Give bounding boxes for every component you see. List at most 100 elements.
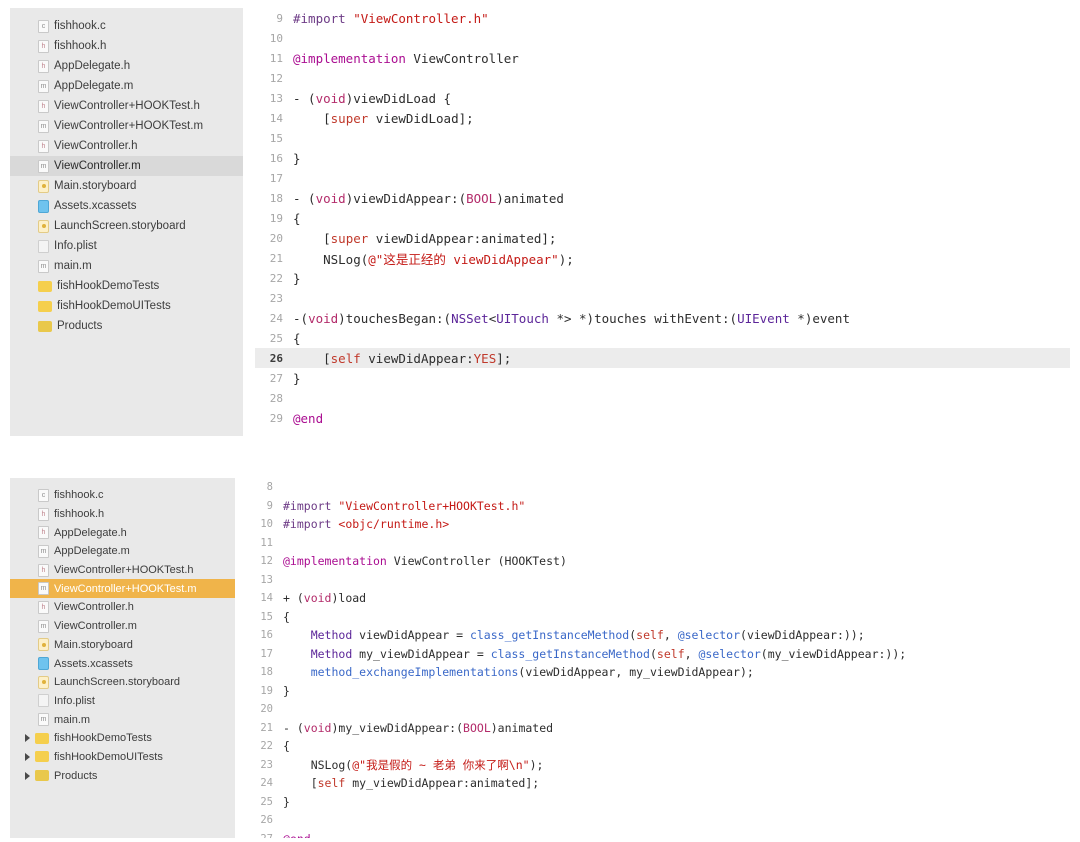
code-line[interactable]: 27@end (249, 830, 1070, 838)
code-line[interactable]: 24 [self my_viewDidAppear:animated]; (249, 774, 1070, 793)
code-line[interactable]: 25 { (255, 328, 1070, 348)
code-line[interactable]: 28 (255, 388, 1070, 408)
code-editor-top[interactable]: 9 #import "ViewController.h" 10 11 @implemen… (255, 8, 1070, 436)
line-number: 26 (260, 814, 273, 827)
code-line[interactable]: 27} (255, 368, 1070, 388)
code-line[interactable]: 16} (255, 148, 1070, 168)
file-list-item[interactable]: m AppDelegate.m (10, 542, 235, 561)
code-token: )animated (490, 720, 554, 735)
file-list-item[interactable]: m ViewController+HOOKTest.m (10, 116, 243, 136)
code-text: -(void)touchesBegan:(NSSet<UITouch *> *)… (293, 311, 850, 326)
code-line[interactable]: 8 (249, 478, 1070, 497)
file-list-item[interactable]: m main.m (10, 710, 235, 729)
disclosure-triangle-icon[interactable] (24, 771, 34, 781)
file-name-label: main.m (54, 260, 92, 272)
code-editor-bottom[interactable]: 8 9 #import "ViewController+HOOKTest.h" 10 #… (249, 478, 1070, 838)
code-line[interactable]: 9 #import "ViewController+HOOKTest.h" (249, 497, 1070, 516)
code-line[interactable]: 16 Method viewDidAppear = class_getInsta… (249, 626, 1070, 645)
code-line[interactable]: 18 - (void)viewDidAppear:(BOOL)animated (255, 188, 1070, 208)
code-line[interactable]: 25} (249, 793, 1070, 812)
code-line[interactable]: 13 - (void)viewDidLoad { (255, 88, 1070, 108)
project-navigator-top[interactable]: c fishhook.c h fishhook.h h AppDelegate.h m App… (10, 8, 243, 436)
file-list-item[interactable]: m AppDelegate.m (10, 76, 243, 96)
line-number: 10 (269, 31, 283, 45)
doc-h-icon: h (38, 99, 49, 113)
file-list-item[interactable]: fishHookDemoTests (10, 729, 235, 748)
code-line[interactable]: 20 (249, 700, 1070, 719)
code-line[interactable]: 21 - (void)my_viewDidAppear:(BOOL)animate… (249, 719, 1070, 738)
file-list-item[interactable]: Products (10, 766, 235, 785)
line-number: 27 (249, 833, 283, 838)
code-line[interactable]: 26 [self viewDidAppear:YES]; (255, 348, 1070, 368)
code-token: void (303, 720, 332, 735)
code-line[interactable]: 22 { (249, 737, 1070, 756)
code-line[interactable]: 10 (255, 28, 1070, 48)
code-token: class_getInstanceMethod (469, 628, 630, 643)
code-line[interactable]: 19} (249, 682, 1070, 701)
doc-m-icon: m (38, 713, 49, 727)
code-line[interactable]: 9 #import "ViewController.h" (255, 8, 1070, 28)
code-line[interactable]: 10 #import <objc/runtime.h> (249, 515, 1070, 534)
file-list-item[interactable]: h ViewController+HOOKTest.h (10, 561, 235, 580)
code-line[interactable]: 11 (249, 534, 1070, 553)
file-list-item[interactable]: Info.plist (10, 692, 235, 711)
code-text: } (293, 271, 301, 286)
code-line[interactable]: 29 @end (255, 408, 1070, 428)
file-list-item[interactable]: h ViewController.h (10, 598, 235, 617)
file-list-item[interactable]: Products (10, 316, 243, 336)
code-line[interactable]: 17 (255, 168, 1070, 188)
code-text: - (void)viewDidAppear:(BOOL)animated (293, 191, 564, 206)
file-list-item[interactable]: LaunchScreen.storyboard (10, 673, 235, 692)
code-line[interactable]: 18 method_exchangeImplementations(viewDi… (249, 663, 1070, 682)
file-list-item[interactable]: h ViewController.h (10, 136, 243, 156)
code-line[interactable]: 15 (255, 128, 1070, 148)
file-list-item[interactable]: h fishhook.h (10, 36, 243, 56)
file-list-item[interactable]: c fishhook.c (10, 16, 243, 36)
code-line[interactable]: 11 @implementation ViewController (255, 48, 1070, 68)
code-line[interactable]: 13 (249, 571, 1070, 590)
code-token: @"我是假的 ~ 老弟 你来了啊\n" (352, 757, 530, 772)
file-list-item[interactable]: Info.plist (10, 236, 243, 256)
file-name-label: ViewController+HOOKTest.m (54, 120, 204, 132)
file-list-item[interactable]: m ViewController.m (10, 617, 235, 636)
line-number: 13 (269, 91, 283, 105)
code-line[interactable]: 22} (255, 268, 1070, 288)
code-line[interactable]: 14 + (void)load (249, 589, 1070, 608)
project-navigator-bottom[interactable]: c fishhook.c h fishhook.h h AppDelegate.h m App… (10, 478, 235, 838)
code-line[interactable]: 14 [super viewDidLoad]; (255, 108, 1070, 128)
file-list-item[interactable]: h ViewController+HOOKTest.h (10, 96, 243, 116)
file-list-item[interactable]: h fishhook.h (10, 505, 235, 524)
file-name-label: ViewController.m (54, 160, 141, 172)
code-line[interactable]: 21 NSLog(@"这是正经的 viewDidAppear"); (255, 248, 1070, 268)
code-line[interactable]: 12 @implementation ViewController (HOOKTe… (249, 552, 1070, 571)
code-line[interactable]: 26 (249, 811, 1070, 830)
disclosure-triangle-icon[interactable] (24, 752, 34, 762)
file-list-item[interactable]: Assets.xcassets (10, 196, 243, 216)
disclosure-triangle-icon[interactable] (24, 733, 34, 743)
code-text: #import <objc/runtime.h> (283, 517, 449, 531)
file-list-item[interactable]: fishHookDemoUITests (10, 296, 243, 316)
code-line[interactable]: 19 { (255, 208, 1070, 228)
file-list-item[interactable]: m ViewController+HOOKTest.m (10, 579, 235, 599)
code-line[interactable]: 15 { (249, 608, 1070, 627)
code-line[interactable]: 17 Method my_viewDidAppear = class_getIn… (249, 645, 1070, 664)
file-list-item[interactable]: Main.storyboard (10, 636, 235, 655)
file-list-item[interactable]: m ViewController.m (10, 156, 243, 176)
code-token: void (308, 310, 339, 326)
file-list-item[interactable]: Assets.xcassets (10, 654, 235, 673)
file-list-item[interactable]: h AppDelegate.h (10, 56, 243, 76)
code-token: void (315, 190, 346, 206)
file-list-item[interactable]: fishHookDemoTests (10, 276, 243, 296)
file-list-item[interactable]: h AppDelegate.h (10, 523, 235, 542)
code-line[interactable]: 20 [super viewDidAppear:animated]; (255, 228, 1070, 248)
code-line[interactable]: 12 (255, 68, 1070, 88)
file-list-item[interactable]: LaunchScreen.storyboard (10, 216, 243, 236)
file-list-item[interactable]: m main.m (10, 256, 243, 276)
file-list-item[interactable]: Main.storyboard (10, 176, 243, 196)
file-list-item[interactable]: fishHookDemoUITests (10, 748, 235, 767)
code-line[interactable]: 23 NSLog(@"我是假的 ~ 老弟 你来了啊\n"); (249, 756, 1070, 775)
file-list-item[interactable]: c fishhook.c (10, 486, 235, 505)
code-line[interactable]: 23 (255, 288, 1070, 308)
code-text: @implementation ViewController (293, 51, 519, 66)
code-line[interactable]: 24 -(void)touchesBegan:(NSSet<UITouch *> … (255, 308, 1070, 328)
